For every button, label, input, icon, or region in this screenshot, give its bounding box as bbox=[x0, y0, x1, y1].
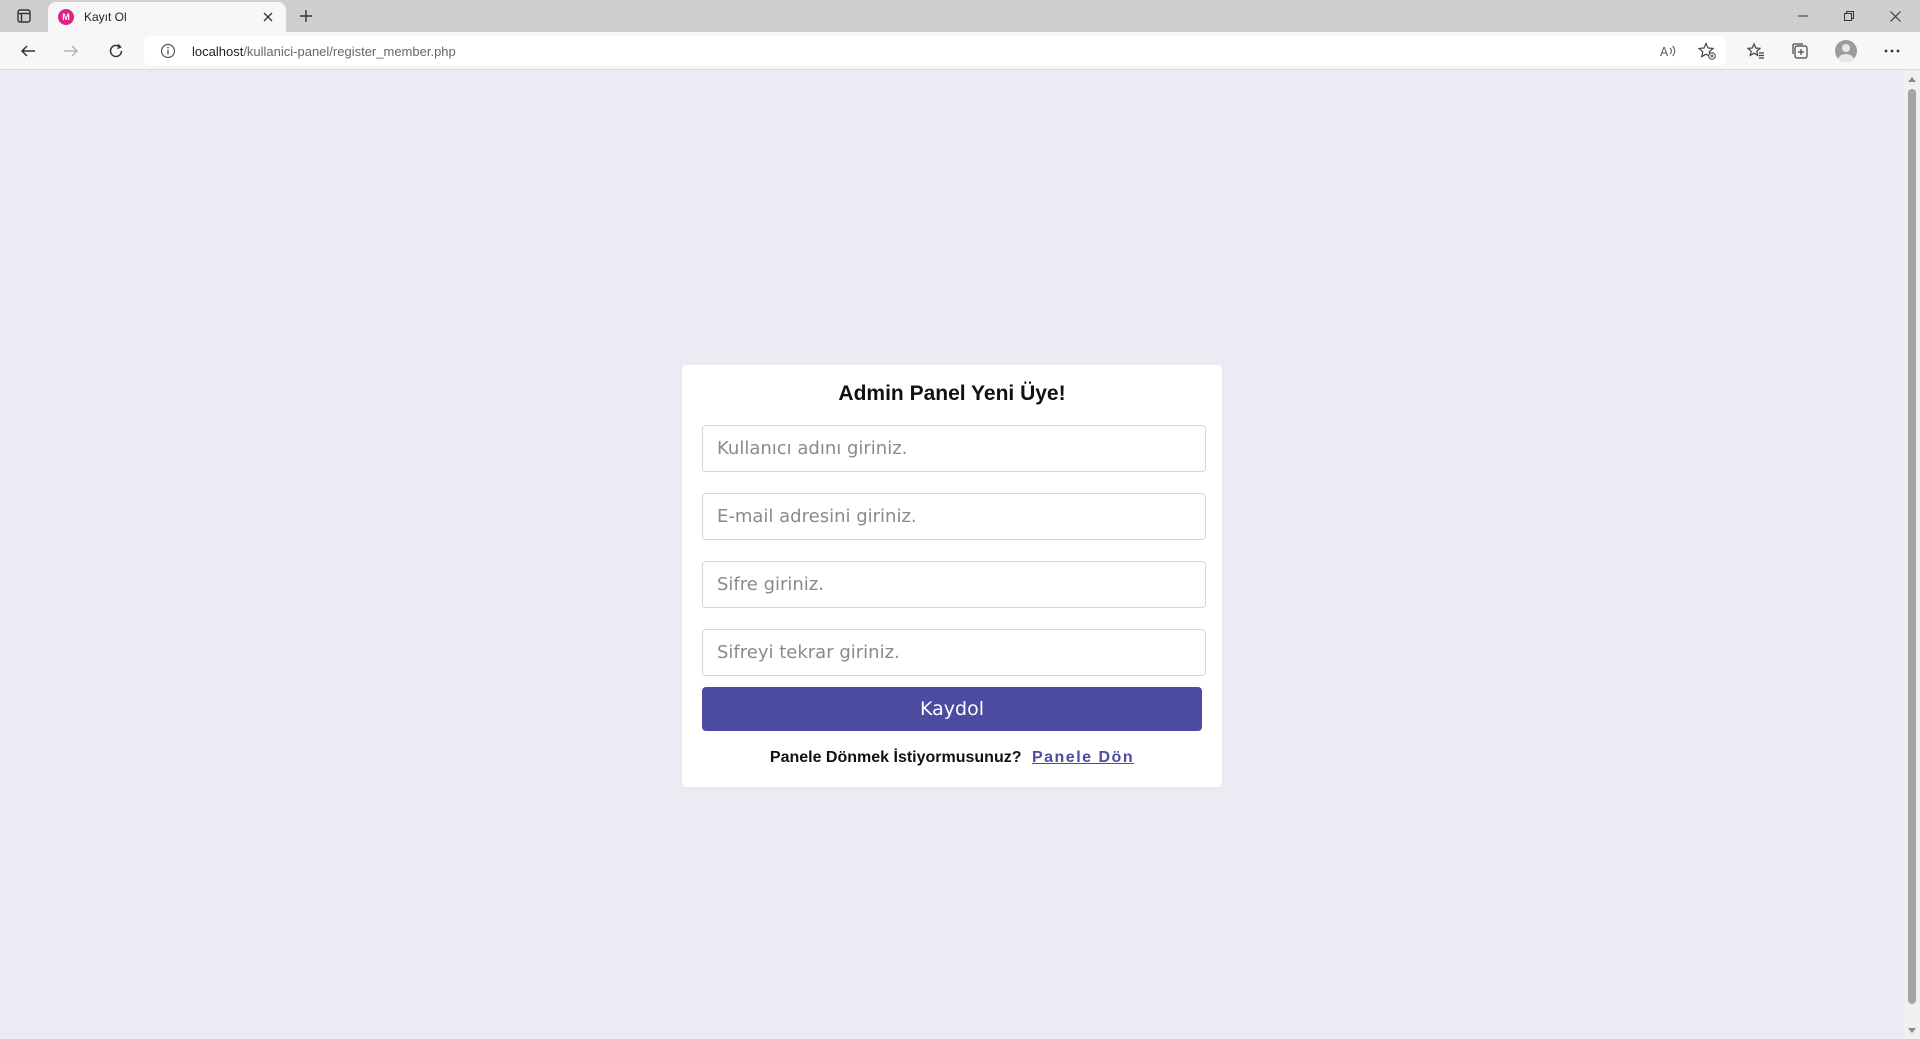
password-input[interactable] bbox=[702, 561, 1206, 608]
profile-avatar-icon[interactable] bbox=[1831, 37, 1861, 65]
page-scrollbar[interactable] bbox=[1904, 71, 1920, 1039]
close-window-icon[interactable] bbox=[1872, 0, 1918, 32]
username-input[interactable] bbox=[702, 425, 1206, 472]
url-path: /kullanici-panel/register_member.php bbox=[243, 44, 456, 59]
scroll-up-icon[interactable] bbox=[1908, 77, 1916, 82]
register-button[interactable]: Kaydol bbox=[702, 687, 1202, 731]
email-input[interactable] bbox=[702, 493, 1206, 540]
browser-toolbar: localhost/kullanici-panel/register_membe… bbox=[0, 32, 1920, 70]
register-card: Admin Panel Yeni Üye! Kaydol Panele Dönm… bbox=[682, 365, 1222, 787]
scroll-thumb[interactable] bbox=[1908, 89, 1916, 1004]
tab-title: Kayıt Ol bbox=[84, 10, 127, 24]
browser-app-icon: M bbox=[58, 9, 74, 25]
url-host: localhost bbox=[192, 44, 244, 59]
browser-tab-active[interactable]: M Kayıt Ol bbox=[48, 2, 286, 32]
site-info-icon[interactable] bbox=[160, 43, 176, 59]
page-title: Admin Panel Yeni Üye! bbox=[838, 382, 1066, 405]
minimize-icon[interactable] bbox=[1780, 0, 1826, 32]
restore-icon[interactable] bbox=[1826, 0, 1872, 32]
close-tab-icon[interactable] bbox=[258, 7, 278, 27]
forward-icon[interactable] bbox=[56, 37, 86, 65]
back-to-panel-link[interactable]: Panele Dön bbox=[1032, 749, 1134, 766]
address-bar[interactable]: localhost/kullanici-panel/register_membe… bbox=[144, 36, 1726, 66]
new-tab-icon[interactable] bbox=[294, 5, 318, 27]
refresh-icon[interactable] bbox=[101, 37, 131, 65]
back-to-panel-row: Panele Dönmek İstiyormusunuz? Panele Dön bbox=[682, 749, 1222, 767]
read-aloud-icon[interactable]: A bbox=[1658, 41, 1680, 61]
collections-icon[interactable] bbox=[1785, 37, 1815, 65]
svg-text:A: A bbox=[1660, 45, 1669, 58]
password-confirm-input[interactable] bbox=[702, 629, 1206, 676]
add-favorite-icon[interactable] bbox=[1696, 41, 1718, 61]
browser-tab-bar: M Kayıt Ol bbox=[0, 0, 1920, 32]
tab-actions-icon[interactable] bbox=[10, 6, 38, 26]
back-to-panel-text: Panele Dönmek İstiyormusunuz? bbox=[769, 749, 1022, 766]
more-options-icon[interactable] bbox=[1877, 37, 1907, 65]
address-url[interactable]: localhost/kullanici-panel/register_membe… bbox=[192, 44, 456, 59]
back-icon[interactable] bbox=[13, 37, 43, 65]
scroll-down-icon[interactable] bbox=[1908, 1028, 1916, 1033]
favorites-icon[interactable] bbox=[1741, 37, 1771, 65]
